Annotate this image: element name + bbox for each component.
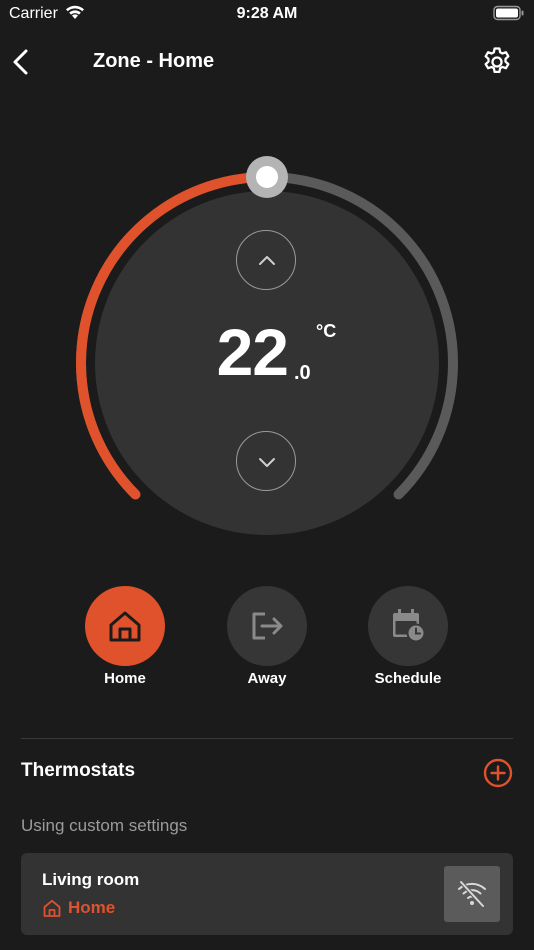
mode-away-button[interactable]: Away <box>217 586 317 687</box>
chevron-up-icon <box>259 256 275 265</box>
temperature-readout: 22 .0 °C <box>0 312 534 392</box>
connectivity-status-button[interactable] <box>444 866 500 922</box>
temperature-decimal: .0 <box>294 362 311 384</box>
plus-circle-icon <box>483 758 513 788</box>
thermostat-card-living-room[interactable]: Living room Home <box>21 853 513 935</box>
mode-home-circle <box>85 586 165 666</box>
mode-away-circle <box>227 586 307 666</box>
mode-home-button[interactable]: Home <box>75 586 175 687</box>
thermostat-mode-label: Home <box>68 898 116 917</box>
decrease-temperature-button[interactable] <box>236 431 296 491</box>
section-divider <box>21 738 513 739</box>
mode-schedule-circle <box>368 586 448 666</box>
add-thermostat-button[interactable] <box>483 758 513 788</box>
mode-schedule-button[interactable]: Schedule <box>358 586 458 687</box>
dial-handle[interactable] <box>246 156 288 198</box>
chevron-down-icon <box>259 458 275 467</box>
mode-schedule-label: Schedule <box>374 670 442 687</box>
temperature-value: 22 <box>216 315 289 389</box>
temperature-unit: °C <box>316 321 337 341</box>
increase-temperature-button[interactable] <box>236 230 296 290</box>
exit-icon <box>252 612 283 640</box>
mode-away-label: Away <box>247 670 287 687</box>
calendar-clock-icon <box>393 609 426 643</box>
home-icon <box>43 899 61 917</box>
thermostats-section-subtitle: Using custom settings <box>21 816 188 835</box>
wifi-off-icon <box>458 880 486 908</box>
thermostats-section-title: Thermostats <box>21 760 136 781</box>
thermostat-name: Living room <box>42 870 140 889</box>
mode-home-label: Home <box>104 670 146 687</box>
home-icon <box>109 611 141 642</box>
